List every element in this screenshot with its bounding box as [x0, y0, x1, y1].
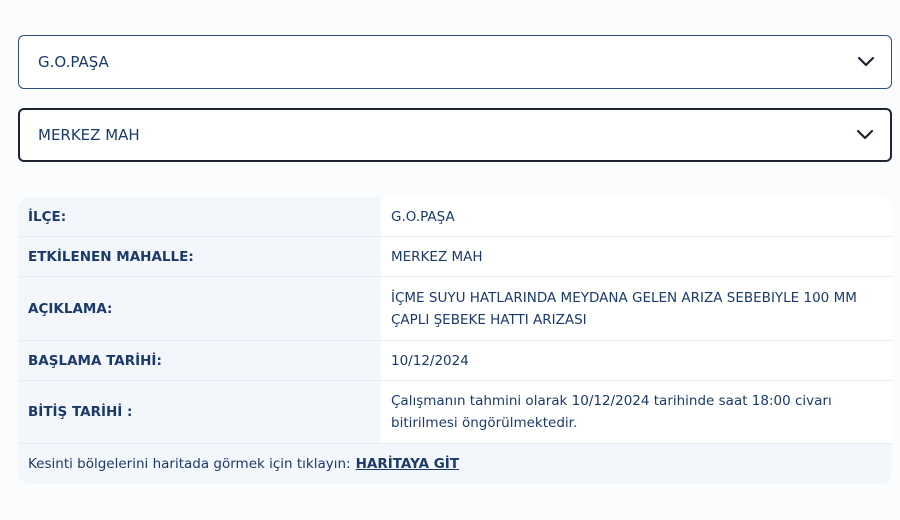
row-label: AÇIKLAMA:	[18, 277, 381, 340]
row-label: İLÇE:	[18, 197, 381, 236]
table-row-district: İLÇE: G.O.PAŞA	[18, 197, 892, 237]
row-value: G.O.PAŞA	[381, 197, 892, 236]
neighborhood-select-value: MERKEZ MAH	[38, 126, 140, 144]
neighborhood-select[interactable]: MERKEZ MAH	[18, 108, 892, 162]
row-label: BAŞLAMA TARİHİ:	[18, 341, 381, 380]
table-row-start-date: BAŞLAMA TARİHİ: 10/12/2024	[18, 341, 892, 381]
row-label: BİTİŞ TARİHİ :	[18, 381, 381, 443]
district-select[interactable]: G.O.PAŞA	[18, 35, 892, 89]
table-row-affected-neighborhood: ETKİLENEN MAHALLE: MERKEZ MAH	[18, 237, 892, 277]
outage-info-table: İLÇE: G.O.PAŞA ETKİLENEN MAHALLE: MERKEZ…	[18, 197, 892, 484]
row-value: MERKEZ MAH	[381, 237, 892, 276]
map-prompt: Kesinti bölgelerini haritada görmek için…	[18, 444, 892, 484]
row-value: Çalışmanın tahmini olarak 10/12/2024 tar…	[381, 381, 892, 443]
district-select-value: G.O.PAŞA	[38, 53, 109, 71]
table-row-description: AÇIKLAMA: İÇME SUYU HATLARINDA MEYDANA G…	[18, 277, 892, 341]
row-label: ETKİLENEN MAHALLE:	[18, 237, 381, 276]
chevron-down-icon	[857, 56, 875, 67]
chevron-down-icon	[856, 129, 874, 140]
go-to-map-link[interactable]: HARİTAYA GİT	[356, 456, 459, 472]
table-row-end-date: BİTİŞ TARİHİ : Çalışmanın tahmini olarak…	[18, 381, 892, 444]
row-value: 10/12/2024	[381, 341, 892, 380]
map-prompt-text: Kesinti bölgelerini haritada görmek için…	[28, 456, 351, 472]
row-value: İÇME SUYU HATLARINDA MEYDANA GELEN ARIZA…	[381, 277, 892, 340]
